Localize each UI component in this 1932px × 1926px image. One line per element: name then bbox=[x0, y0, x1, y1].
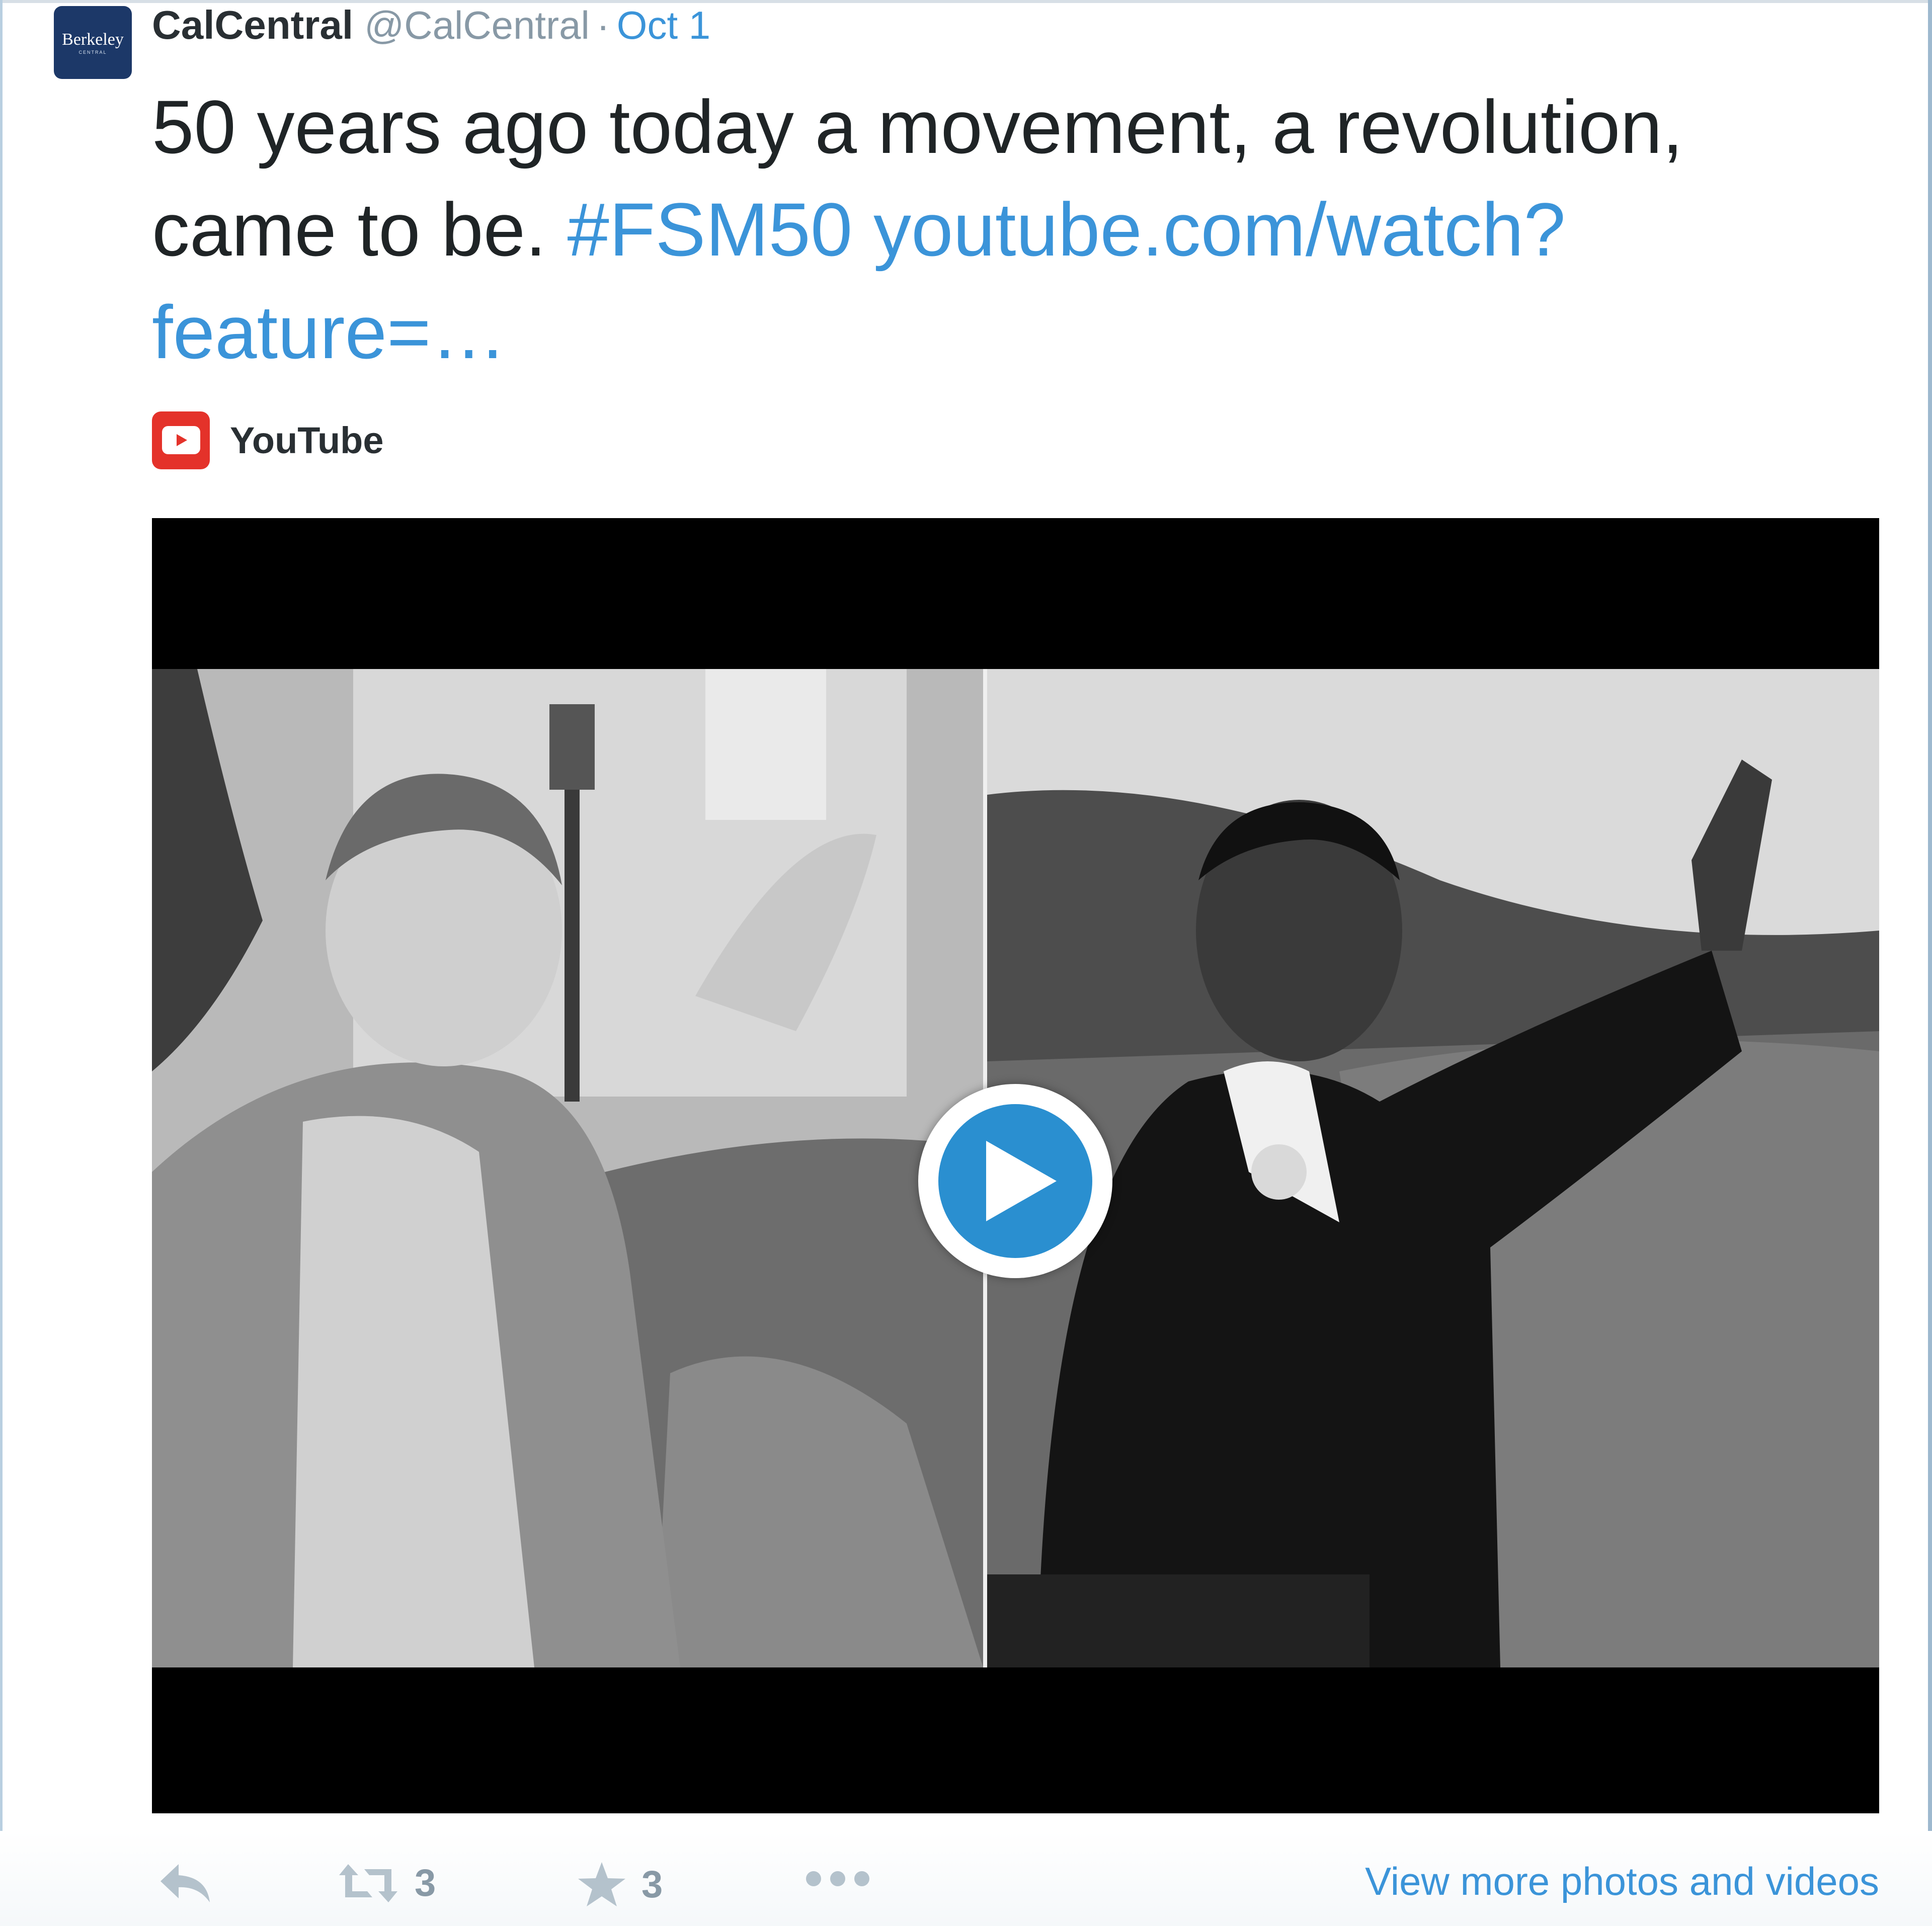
retweet-count: 3 bbox=[415, 1862, 436, 1904]
video-thumbnail-right bbox=[987, 669, 1879, 1667]
frame-left-border bbox=[0, 0, 3, 1926]
video-thumbnail-left bbox=[152, 669, 983, 1667]
card-source-label: YouTube bbox=[230, 419, 384, 461]
favorite-count: 3 bbox=[641, 1863, 663, 1906]
video-player[interactable] bbox=[152, 518, 1879, 1813]
tweet-actions: 3 3 View more photos and videos bbox=[0, 1831, 1932, 1926]
retweet-button[interactable]: 3 bbox=[337, 1861, 436, 1905]
tweet-timestamp[interactable]: Oct 1 bbox=[617, 3, 710, 48]
more-button[interactable] bbox=[805, 1870, 870, 1887]
reply-button[interactable] bbox=[158, 1861, 212, 1904]
hashtag-link[interactable]: #FSM50 bbox=[567, 187, 852, 272]
account-fullname[interactable]: CalCentral bbox=[152, 2, 353, 48]
favorite-button[interactable]: 3 bbox=[577, 1861, 663, 1907]
retweet-icon bbox=[339, 1864, 397, 1902]
tweet-header: CalCentral @CalCentral · Oct 1 bbox=[152, 2, 710, 48]
view-more-photos-link[interactable]: View more photos and videos bbox=[1365, 1859, 1879, 1904]
youtube-icon bbox=[152, 411, 210, 469]
card-source[interactable]: YouTube bbox=[152, 410, 384, 470]
header-separator: · bbox=[596, 3, 610, 47]
star-icon bbox=[578, 1862, 625, 1906]
avatar-brand-text: Berkeley bbox=[62, 30, 124, 49]
account-handle[interactable]: @CalCentral bbox=[364, 3, 590, 48]
tweet-text: 50 years ago today a movement, a revolut… bbox=[152, 75, 1883, 383]
avatar[interactable]: Berkeley CENTRAL bbox=[54, 6, 132, 79]
more-dots-icon bbox=[806, 1871, 869, 1886]
play-icon bbox=[986, 1141, 1057, 1221]
reply-icon bbox=[160, 1864, 210, 1902]
frame-right-border bbox=[1928, 0, 1932, 1926]
play-button[interactable] bbox=[918, 1084, 1112, 1278]
avatar-sub-text: CENTRAL bbox=[78, 49, 107, 55]
